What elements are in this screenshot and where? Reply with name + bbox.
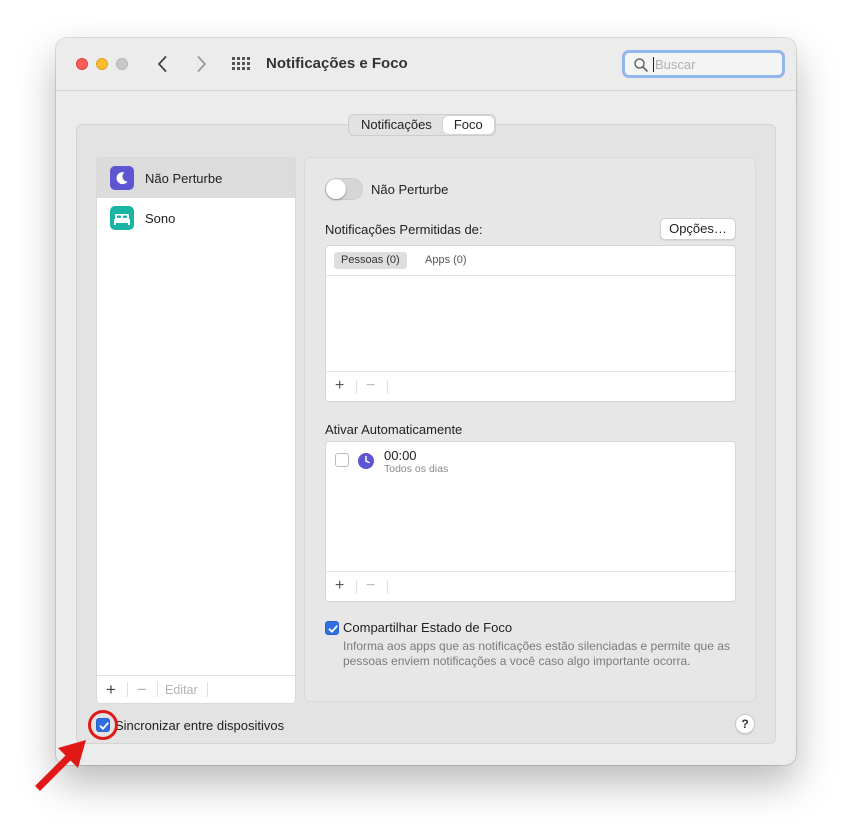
schedule-list-footer: + − — [326, 571, 735, 601]
schedule-checkbox[interactable] — [335, 453, 349, 467]
moon-icon — [110, 166, 134, 190]
search-field[interactable] — [622, 50, 785, 78]
allowed-tabs: Pessoas (0) Apps (0) — [326, 246, 735, 276]
nao-perturbe-toggle[interactable] — [325, 178, 363, 200]
search-input[interactable] — [655, 55, 779, 74]
schedule-subtitle: Todos os dias — [384, 463, 449, 475]
clock-icon — [358, 453, 374, 469]
focus-detail: Não Perturbe Notificações Permitidas de:… — [304, 157, 756, 702]
divider — [387, 380, 388, 394]
toggle-label: Não Perturbe — [371, 182, 449, 197]
tab-pessoas[interactable]: Pessoas (0) — [334, 252, 407, 269]
divider — [157, 682, 158, 697]
checkmark-icon — [328, 625, 338, 633]
sidebar-item-sono[interactable]: Sono — [97, 198, 295, 238]
share-focus-description: Informa aos apps que as notificações est… — [343, 639, 730, 668]
divider — [127, 682, 128, 697]
tab-apps[interactable]: Apps (0) — [418, 252, 474, 269]
share-focus-checkbox[interactable] — [325, 621, 339, 635]
search-icon — [634, 58, 648, 72]
remove-allowed-button[interactable]: − — [366, 378, 375, 394]
sidebar-item-label: Não Perturbe — [145, 171, 223, 186]
schedule-time: 00:00 — [384, 448, 417, 463]
allowed-list: Pessoas (0) Apps (0) + − — [325, 245, 736, 402]
grid-icon — [232, 57, 250, 70]
bed-icon — [110, 206, 134, 230]
toggle-knob — [326, 179, 346, 199]
minimize-window-button[interactable] — [96, 58, 108, 70]
chevron-left-icon — [158, 56, 167, 72]
allowed-list-footer: + − — [326, 371, 735, 401]
remove-focus-button[interactable]: − — [137, 681, 147, 698]
divider — [356, 380, 357, 394]
sidebar-item-label: Sono — [145, 211, 176, 226]
help-button[interactable]: ? — [735, 714, 755, 734]
edit-button[interactable]: Editar — [165, 683, 198, 697]
add-allowed-button[interactable]: + — [335, 378, 344, 394]
divider — [387, 580, 388, 594]
sidebar-item-nao-perturbe[interactable]: Não Perturbe — [97, 158, 295, 198]
divider — [356, 580, 357, 594]
back-button[interactable] — [151, 52, 175, 76]
schedule-list: 00:00 Todos os dias + − — [325, 441, 736, 602]
annotation-arrow-icon — [35, 740, 86, 791]
allowed-notifications-label: Notificações Permitidas de: — [325, 222, 483, 237]
share-focus-label: Compartilhar Estado de Foco — [343, 620, 513, 635]
sidebar-footer: + − Editar — [97, 675, 295, 703]
segmented-control: Notificações Foco — [348, 114, 496, 136]
zoom-window-button[interactable] — [116, 58, 128, 70]
window-title: Notificações e Foco — [266, 55, 408, 72]
text-caret — [653, 57, 654, 72]
close-window-button[interactable] — [76, 58, 88, 70]
remove-schedule-button[interactable]: − — [366, 578, 375, 594]
sync-devices-label: Sincronizar entre dispositivos — [115, 718, 285, 733]
add-focus-button[interactable]: + — [106, 681, 116, 698]
preferences-window: Notificações e Foco Notificações Foco Nã… — [56, 38, 796, 765]
title-bar: Notificações e Foco — [56, 38, 796, 91]
divider — [207, 682, 208, 697]
options-button[interactable]: Opções… — [660, 218, 736, 240]
forward-button[interactable] — [189, 52, 213, 76]
tab-foco[interactable]: Foco — [442, 116, 494, 134]
show-all-button[interactable] — [231, 55, 251, 75]
focus-sidebar: Não Perturbe Sono + − Editar — [96, 157, 296, 704]
tab-notificacoes[interactable]: Notificações — [350, 116, 443, 134]
add-schedule-button[interactable]: + — [335, 578, 344, 594]
auto-activate-label: Ativar Automaticamente — [325, 422, 463, 437]
chevron-right-icon — [197, 56, 206, 72]
